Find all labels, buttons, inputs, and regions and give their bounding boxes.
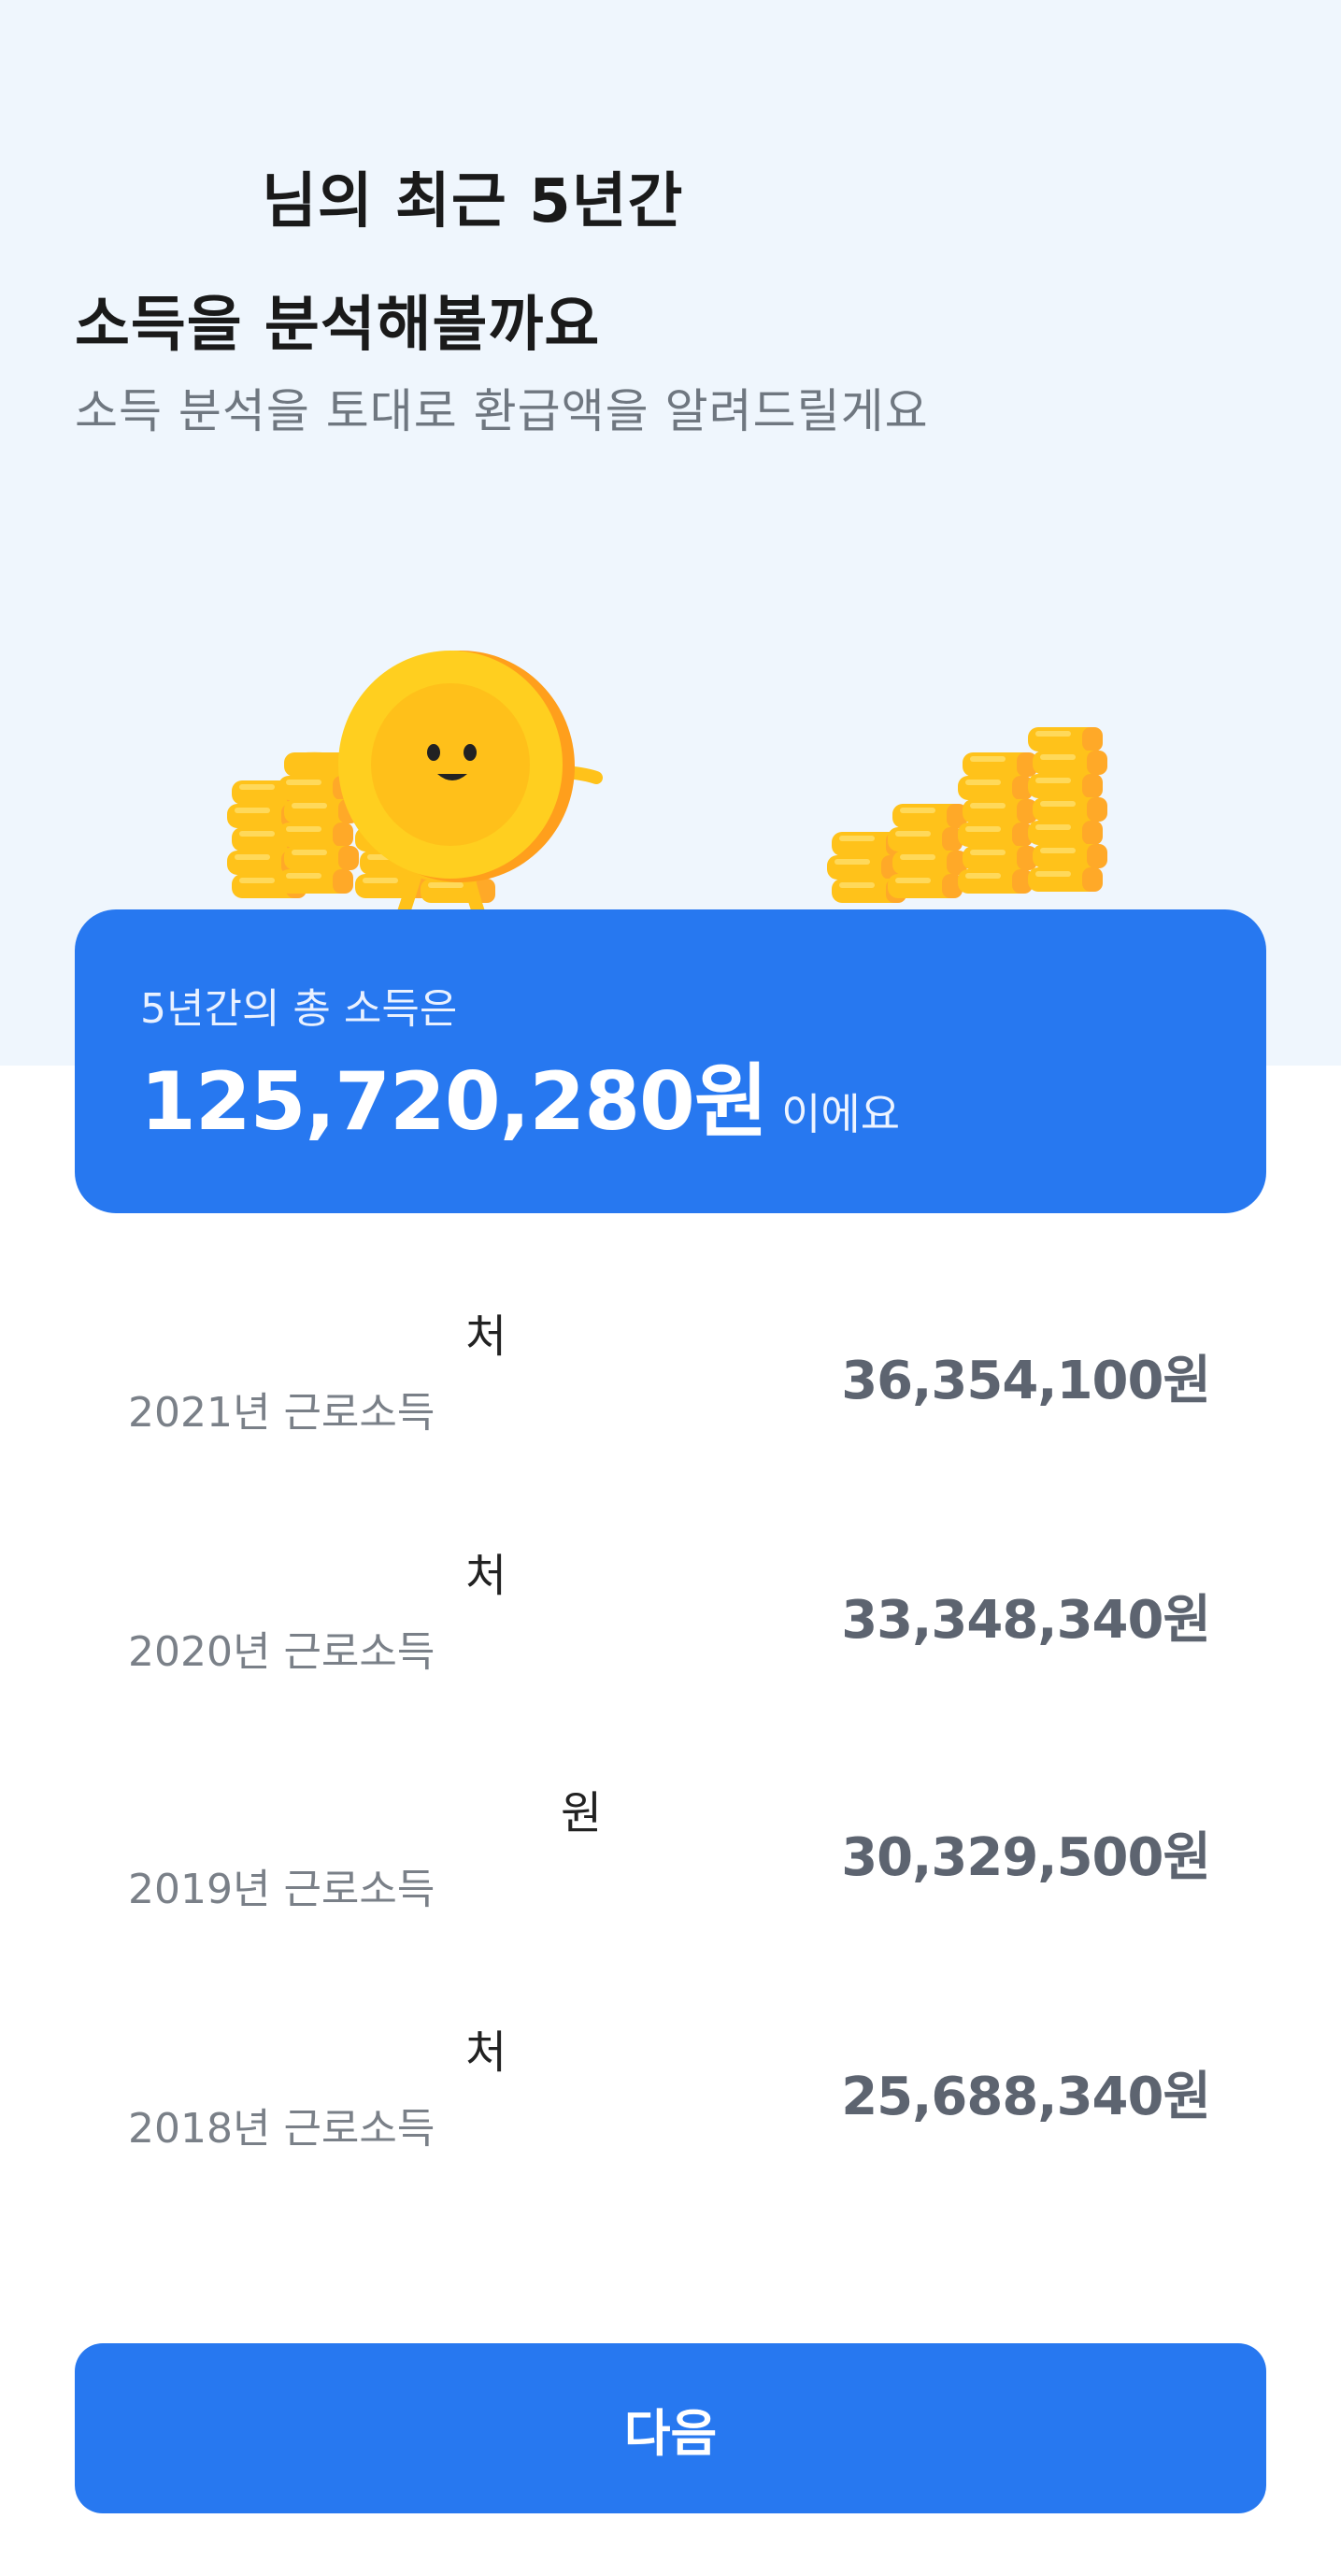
income-year-label: 2019년 근로소득 (128, 1866, 435, 1913)
employer-name: 처 (465, 1310, 507, 1363)
page-subtitle: 소득 분석을 토대로 환급액을 알려드릴게요 (75, 384, 929, 438)
employer-name: 처 (465, 1550, 507, 1602)
employer-name: 처 (465, 2026, 507, 2079)
total-income-line: 125,720,280원 이에요 (140, 1036, 900, 1152)
page-title-line1: 님의 최근 5년간 (262, 167, 684, 236)
total-income-amount: 125,720,280원 (140, 1055, 768, 1149)
income-amount: 25,688,340원 (841, 2067, 1211, 2127)
page-title-line2: 소득을 분석해볼까요 (75, 291, 601, 360)
income-amount: 30,329,500원 (841, 1827, 1211, 1888)
total-income-card: 5년간의 총 소득은 125,720,280원 이에요 (75, 909, 1266, 1213)
income-row-2019: 원 2019년 근로소득 30,329,500원 (0, 1776, 1341, 1982)
income-row-2020: 처 2020년 근로소득 33,348,340원 (0, 1538, 1341, 1744)
next-button[interactable]: 다음 (75, 2343, 1266, 2513)
employer-name: 원 (561, 1787, 603, 1839)
coin-stack-icon-right (827, 727, 1107, 903)
income-year-label: 2020년 근로소득 (128, 1628, 435, 1676)
income-year-label: 2018년 근로소득 (128, 2105, 435, 2153)
income-amount: 33,348,340원 (841, 1590, 1211, 1651)
income-year-label: 2021년 근로소득 (128, 1389, 435, 1437)
income-row-2018: 처 2018년 근로소득 25,688,340원 (0, 2015, 1341, 2221)
total-income-label: 5년간의 총 소득은 (140, 985, 458, 1033)
income-row-2021: 처 2021년 근로소득 36,354,100원 (0, 1299, 1341, 1505)
coin-character-illustration (227, 651, 1107, 916)
page-title: 님의 최근 5년간 소득을 분석해볼까요 (75, 140, 683, 387)
total-income-suffix: 이에요 (781, 1089, 901, 1139)
income-amount: 36,354,100원 (841, 1351, 1211, 1411)
